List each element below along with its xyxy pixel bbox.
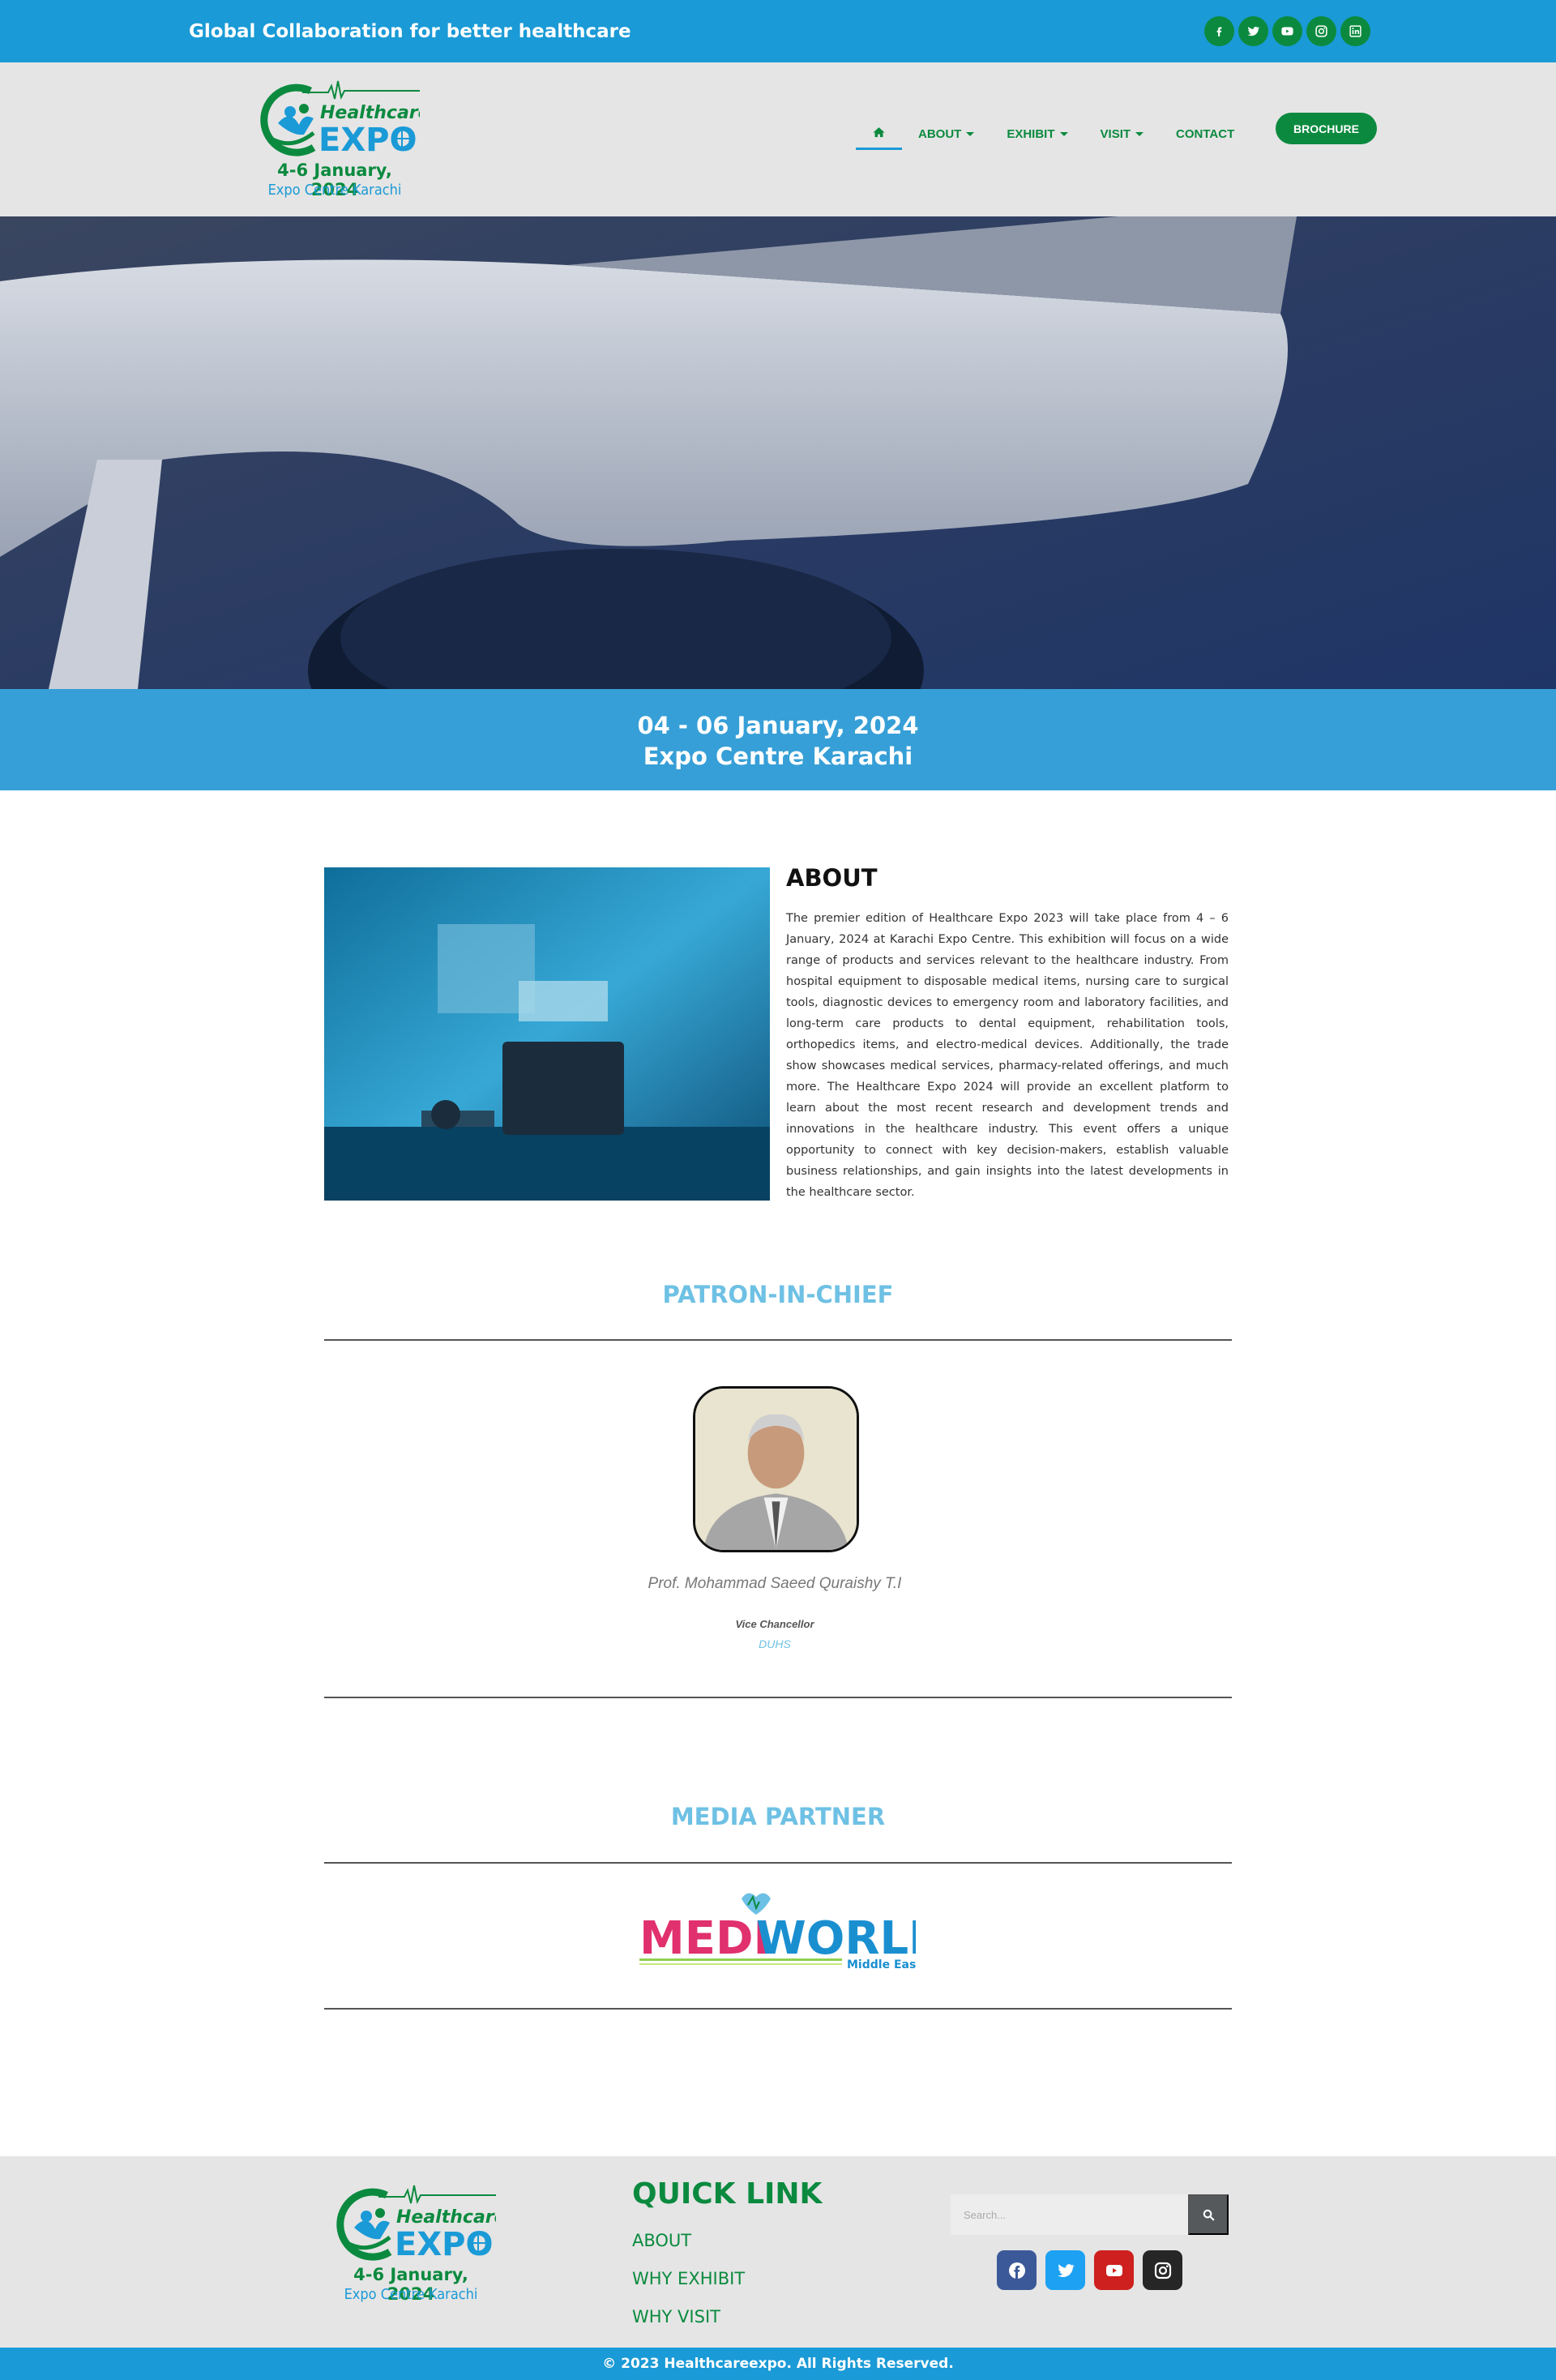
nav-contact[interactable]: CONTACT [1176,127,1234,141]
divider [324,1862,1232,1864]
about-image [324,867,770,1201]
footer-link-why-visit[interactable]: WHY VISIT [632,2307,720,2326]
social-links-top [1204,16,1370,46]
footer-link-why-exhibit[interactable]: WHY EXHIBIT [632,2269,745,2288]
caret-down-icon [1059,131,1068,136]
caret-down-icon [1135,131,1144,136]
logo-venue: Expo Centre Karachi [267,182,402,199]
search-input[interactable]: Search... [951,2194,1188,2235]
linkedin-icon[interactable] [1340,16,1370,46]
footer-logo[interactable]: Healthcare EXPO 4-6 January, 2024 Expo C… [330,2181,507,2310]
quick-link-title: QUICK LINK [632,2177,823,2211]
patron-org: DUHS [759,1637,791,1650]
patron-title: PATRON-IN-CHIEF [662,1281,894,1308]
logo-text-middle-east: Middle East [847,1958,916,1971]
social-links-footer [997,2250,1182,2290]
media-partner-title: MEDIA PARTNER [670,1803,886,1830]
hero-image [0,216,1556,689]
logo-graphic: Healthcare EXPO [260,80,430,159]
divider [324,1697,1232,1698]
nav-home[interactable] [856,118,902,150]
nav-visit[interactable]: VISIT [1101,127,1144,141]
search-icon [1203,2209,1215,2221]
event-dates: 04 - 06 January, 2024 [637,712,919,739]
twitter-icon[interactable] [1045,2250,1085,2290]
brochure-button[interactable]: BROCHURE [1276,113,1377,144]
logo-venue: Expo Centre Karachi [344,2286,478,2303]
youtube-icon[interactable] [1272,16,1302,46]
nav-about-label: ABOUT [918,126,962,141]
patron-role: Vice Chancellor [735,1618,814,1630]
home-icon [873,127,885,138]
search-button[interactable] [1188,2194,1229,2235]
about-title: ABOUT [786,864,878,892]
event-venue: Expo Centre Karachi [643,743,913,770]
top-bar: Global Collaboration for better healthca… [0,0,1556,62]
logo-text-medi: MEDI [639,1912,770,1965]
facebook-icon[interactable] [1204,16,1234,46]
copyright: © 2023 Healthcareexpo. All Rights Reserv… [0,2348,1556,2380]
twitter-icon[interactable] [1238,16,1268,46]
logo-text-world: WORLD [756,1912,916,1965]
divider [324,2008,1232,2010]
logo-text-healthcare: Healthcare [320,103,420,123]
nav-exhibit[interactable]: EXHIBIT [1007,126,1068,141]
facebook-icon[interactable] [997,2250,1037,2290]
site-logo[interactable]: Healthcare EXPO 4-6 January, 2024 Expo C… [254,76,430,206]
divider [324,1339,1232,1341]
about-text: The premier edition of Healthcare Expo 2… [786,912,1229,1199]
patron-photo [693,1386,859,1552]
event-date-band: 04 - 06 January, 2024 Expo Centre Karach… [0,689,1556,790]
logo-text-healthcare: Healthcare [396,2207,496,2228]
nav-about[interactable]: ABOUT [918,126,975,141]
nav-exhibit-label: EXHIBIT [1007,126,1055,141]
instagram-icon[interactable] [1143,2250,1182,2290]
footer-link-about[interactable]: ABOUT [632,2231,691,2250]
youtube-icon[interactable] [1094,2250,1134,2290]
caret-down-icon [966,131,975,136]
mediworld-logo[interactable]: MEDI WORLD Middle East [636,1889,947,1974]
patron-name: Prof. Mohammad Saeed Quraishy T.I [648,1575,902,1592]
instagram-icon[interactable] [1306,16,1336,46]
tagline: Global Collaboration for better healthca… [189,21,631,42]
nav-visit-label: VISIT [1100,126,1131,141]
logo-graphic: Healthcare EXPO [336,2185,507,2263]
main-nav: ABOUT EXHIBIT VISIT CONTACT [856,118,1267,150]
nav-contact-label: CONTACT [1176,126,1235,141]
